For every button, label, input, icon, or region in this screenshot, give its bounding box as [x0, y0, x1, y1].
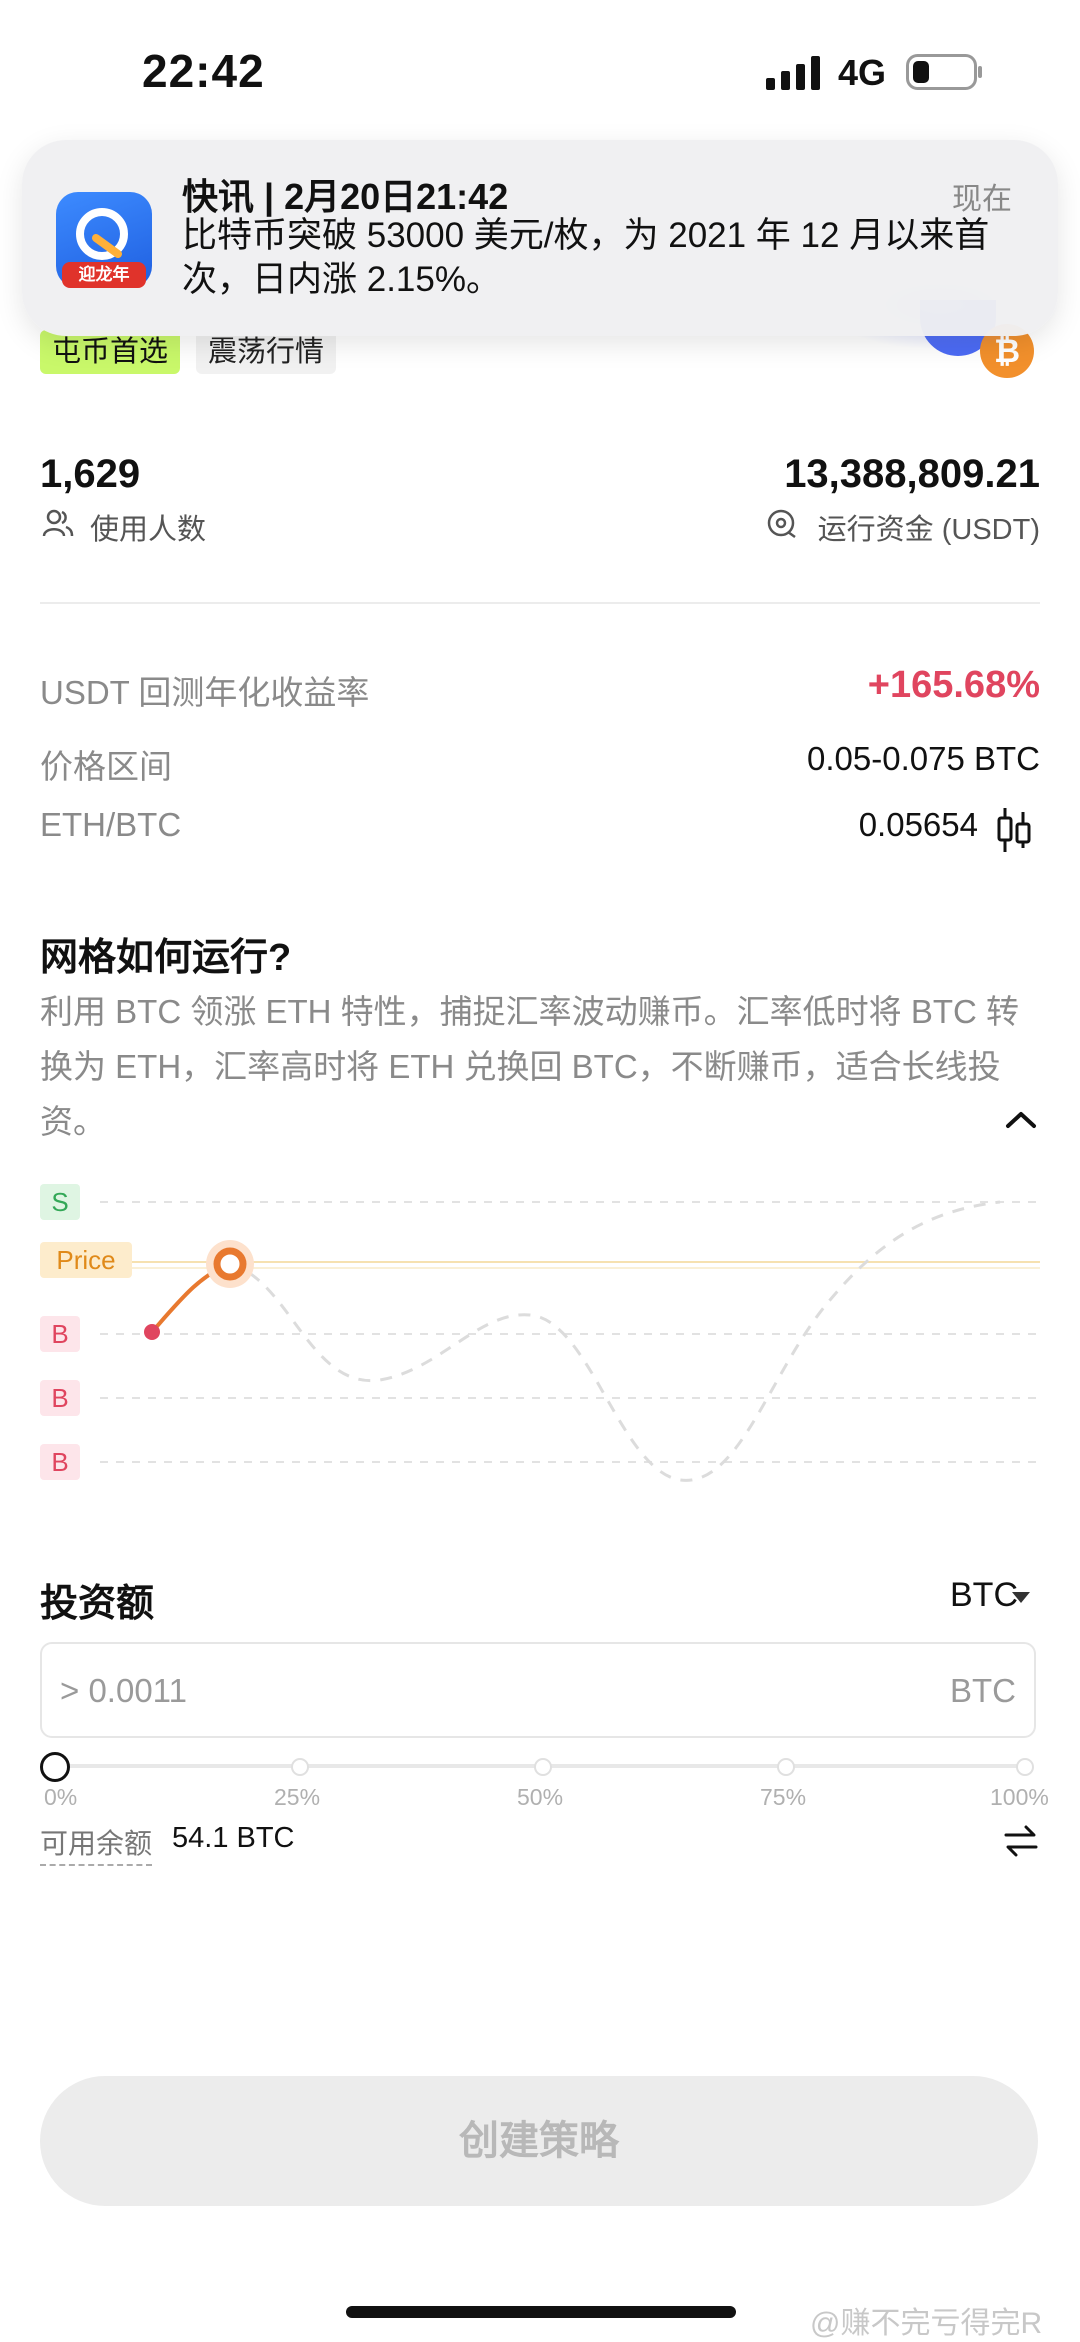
home-indicator[interactable] [346, 2306, 736, 2318]
pair-label: ETH/BTC [40, 806, 182, 843]
investment-amount-input[interactable] [40, 1642, 1036, 1738]
grid-level-sell: S [40, 1184, 80, 1220]
watermark: @赚不完亏得完R [810, 2307, 1043, 2340]
slider-label-75: 75% [760, 1784, 807, 1810]
slider-label-25: 25% [274, 1784, 321, 1810]
funds-label: 运行资金 (USDT) [817, 514, 1040, 546]
currency-selector[interactable]: BTC [950, 1576, 1018, 1615]
apy-value: +165.68% [867, 664, 1040, 706]
funds-icon [767, 509, 796, 539]
slider-label-100: 100% [990, 1784, 1049, 1810]
funds-value: 13,388,809.21 [784, 452, 1040, 496]
slider-label-50: 50% [517, 1784, 564, 1810]
projected-price-path [229, 1200, 1001, 1482]
collapse-chevron-icon[interactable] [1004, 1108, 1038, 1132]
how-it-works-description: 利用 BTC 领涨 ETH 特性，捕捉汇率波动赚币。汇率低时将 BTC 转换为 … [40, 993, 1020, 1140]
users-icon [42, 509, 74, 537]
grid-strategy-chart [100, 1200, 1040, 1482]
grid-level-buy-1: B [40, 1316, 80, 1352]
grid-level-price: Price [40, 1242, 132, 1278]
network-type: 4G [838, 52, 887, 93]
grid-level-buy-3: B [40, 1444, 80, 1480]
divider [40, 602, 1040, 604]
available-balance-value: 54.1 BTC [172, 1822, 295, 1854]
dropdown-caret-icon[interactable] [1012, 1592, 1030, 1603]
investment-amount-placeholder: > 0.0011 [60, 1672, 187, 1709]
tag-range-market: 震荡行情 [196, 330, 337, 374]
app-badge: 迎龙年 [62, 262, 146, 288]
notification-title: 快讯 | 2月20日21:42 [182, 176, 509, 217]
slider-step-75[interactable] [777, 1758, 795, 1776]
price-range-label: 价格区间 [40, 748, 172, 785]
users-count: 1,629 [40, 452, 141, 496]
investment-title: 投资额 [40, 1583, 155, 1625]
slider-step-100[interactable] [1016, 1758, 1034, 1776]
current-price-point [213, 1247, 247, 1281]
users-label: 使用人数 [90, 514, 207, 546]
slider-step-50[interactable] [534, 1758, 552, 1776]
create-strategy-button[interactable]: 创建策略 [40, 2076, 1038, 2206]
grid-level-buy-2: B [40, 1380, 80, 1416]
candlestick-chart-icon[interactable] [996, 806, 1032, 854]
available-balance-label[interactable]: 可用余额 [40, 1822, 153, 1866]
slider-label-0: 0% [44, 1784, 78, 1810]
buy-point [144, 1324, 160, 1340]
how-it-works-title: 网格如何运行? [40, 937, 292, 979]
investment-amount-unit: BTC [950, 1672, 1016, 1709]
notification-body: 比特币突破 53000 美元/枚，为 2021 年 12 月以来首次，日内涨 2… [182, 216, 990, 299]
pair-price: 0.05654 [858, 806, 978, 843]
price-range-value: 0.05-0.075 BTC [807, 740, 1040, 777]
apy-label: USDT 回测年化收益率 [40, 674, 370, 711]
slider-step-25[interactable] [291, 1758, 309, 1776]
tag-hodl: 屯币首选 [40, 330, 181, 374]
amount-slider-knob[interactable] [40, 1752, 70, 1782]
notification-time: 现在 [952, 183, 1012, 216]
status-time: 22:42 [142, 45, 265, 97]
battery-icon [906, 54, 982, 90]
signal-icon [766, 56, 820, 90]
swap-icon[interactable] [1002, 1824, 1040, 1858]
